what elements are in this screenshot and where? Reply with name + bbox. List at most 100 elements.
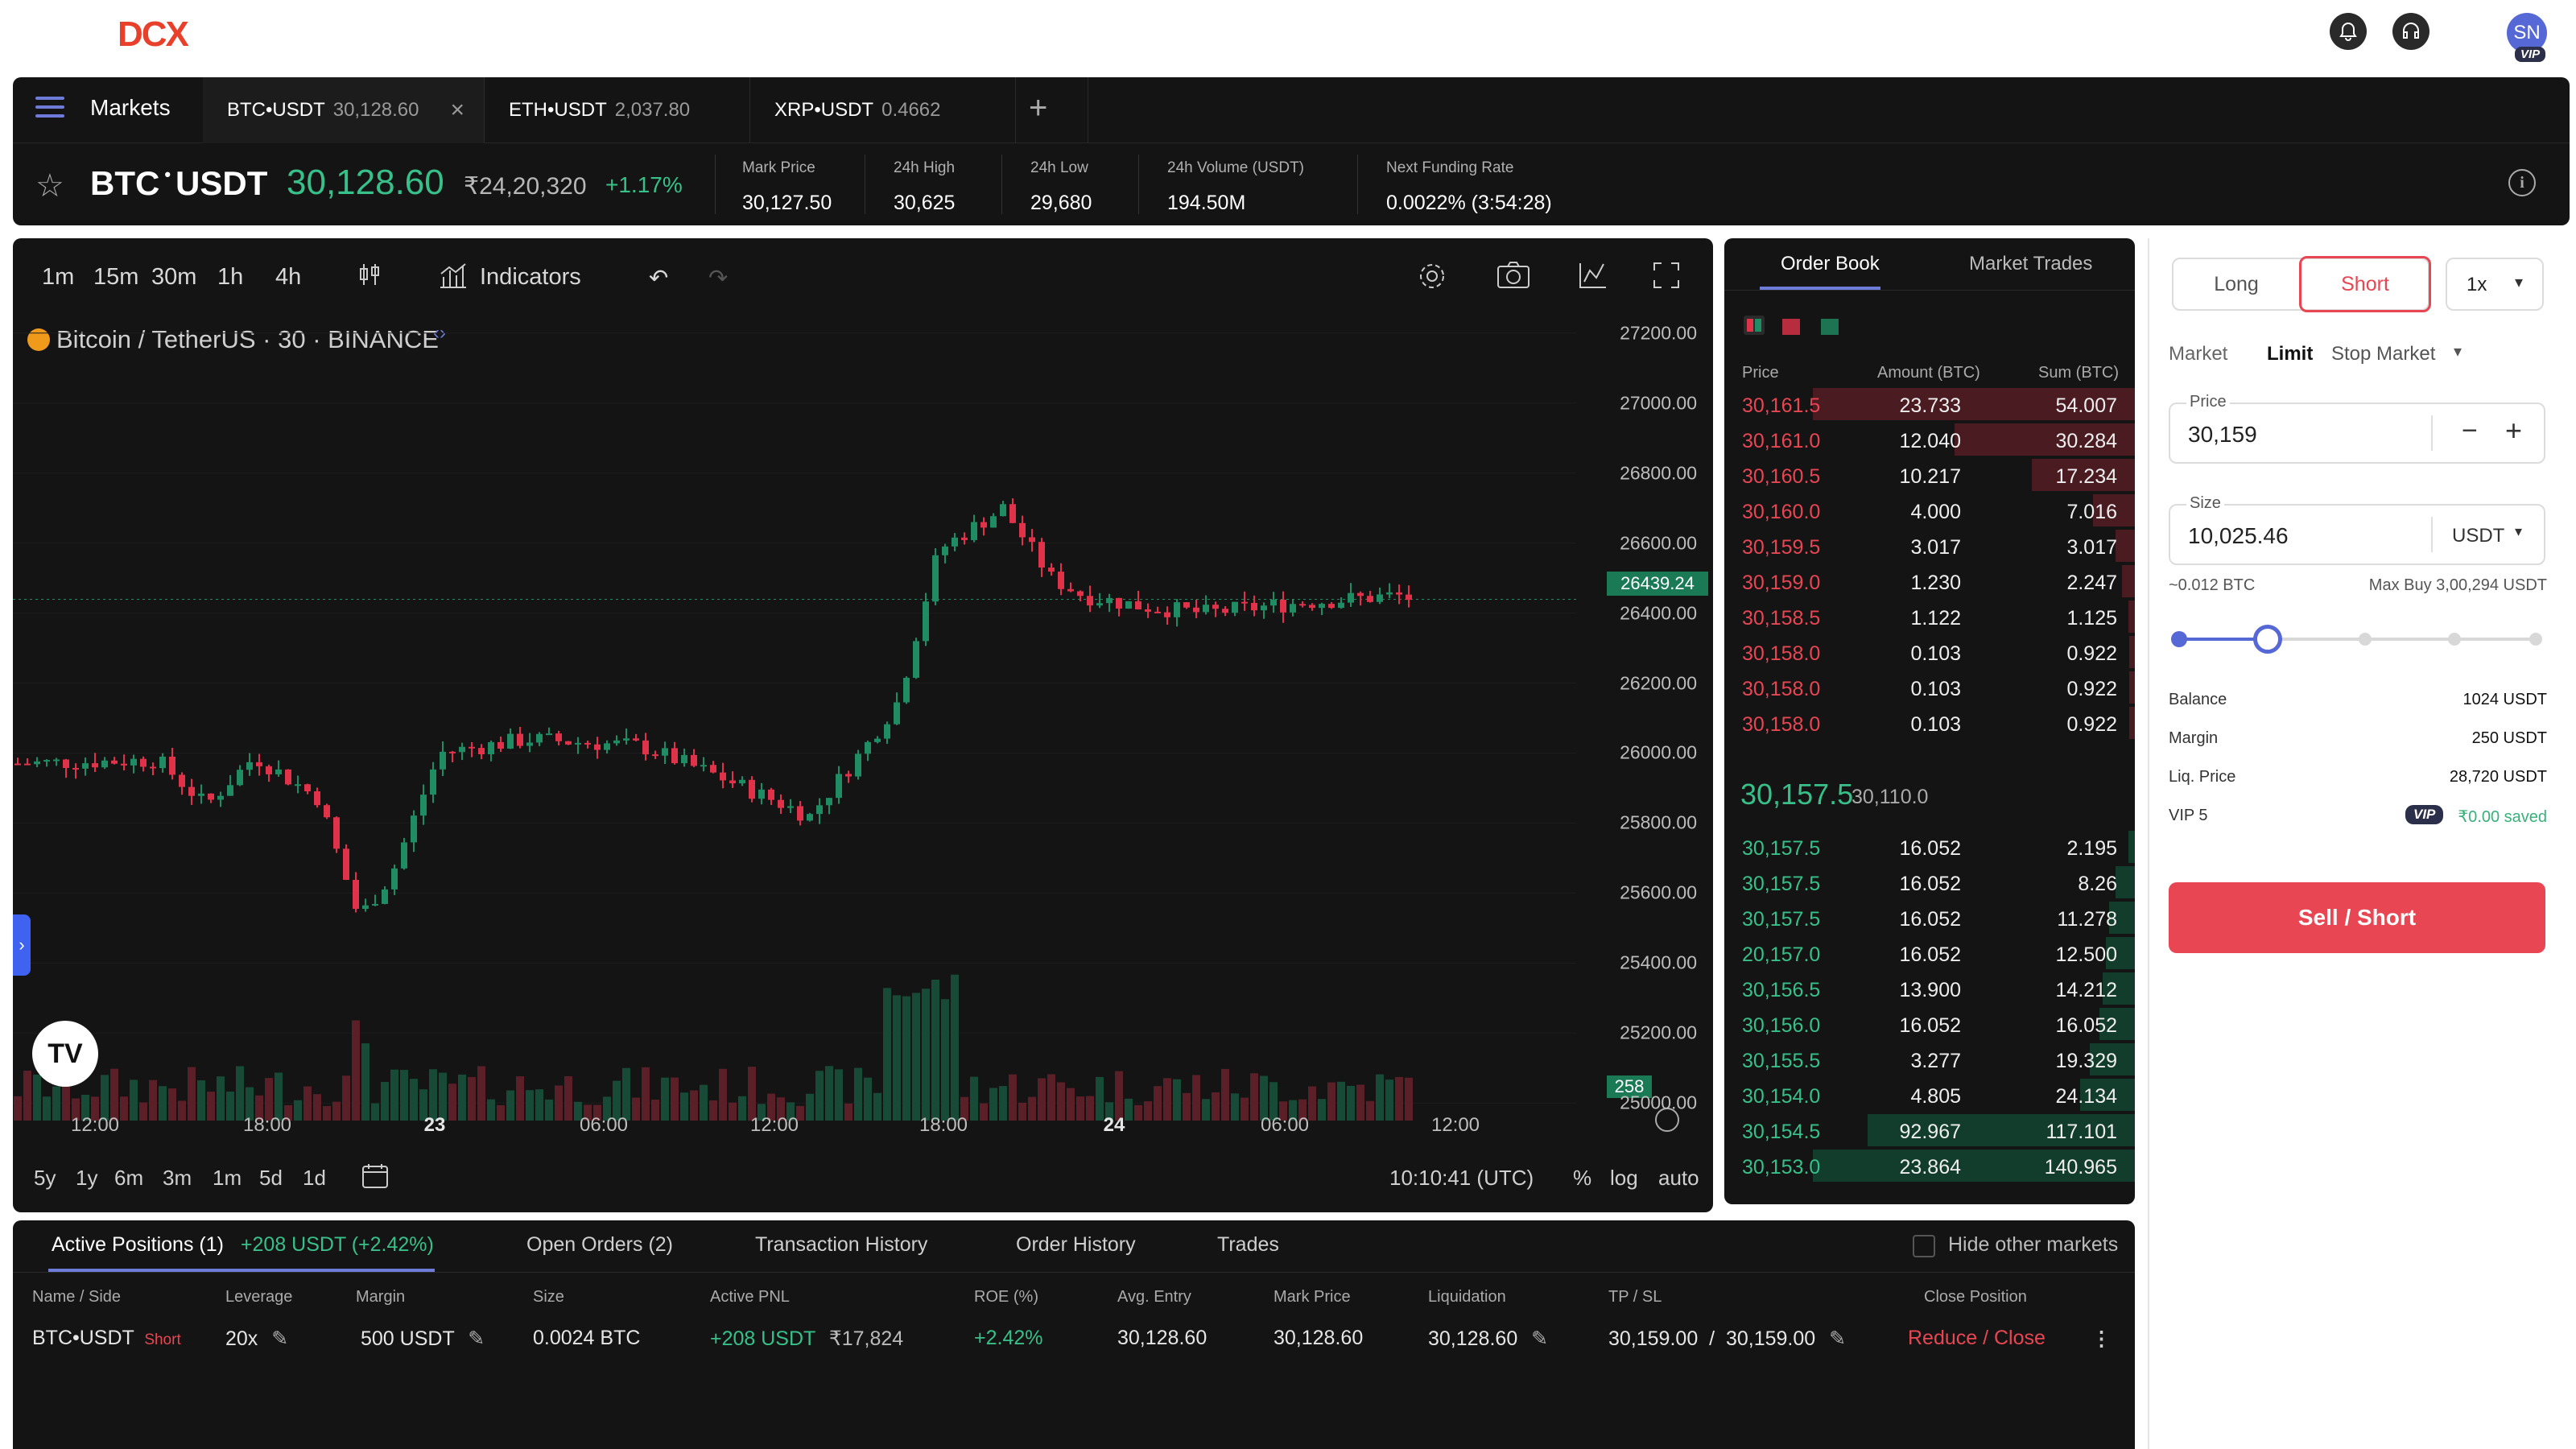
utc-clock[interactable]: 10:10:41 (UTC): [1389, 1166, 1534, 1191]
bid-row[interactable]: 30,155.5 3.277 19.329: [1724, 1042, 2135, 1077]
range-3m[interactable]: 3m: [163, 1166, 192, 1191]
add-tab-plus-icon[interactable]: +: [1029, 90, 1047, 126]
ask-row[interactable]: 30,159.0 1.230 2.247: [1724, 564, 2135, 599]
indicators-button[interactable]: Indicators: [480, 264, 581, 291]
size-slider[interactable]: [2171, 623, 2542, 655]
slider-stop[interactable]: [2359, 633, 2372, 646]
bid-row[interactable]: 30,156.5 13.900 14.212: [1724, 971, 2135, 1006]
bid-row[interactable]: 30,157.5 16.052 2.195: [1724, 829, 2135, 865]
candlestick-plot[interactable]: [13, 316, 1576, 1121]
candle-type-icon[interactable]: [356, 261, 383, 295]
leverage-select[interactable]: 1x ▾: [2446, 258, 2544, 311]
type-limit[interactable]: Limit: [2267, 343, 2313, 365]
range-1d[interactable]: 1d: [303, 1166, 326, 1191]
slider-thumb[interactable]: [2253, 625, 2282, 654]
decrement-icon[interactable]: −: [2462, 415, 2478, 447]
long-button[interactable]: Long: [2172, 258, 2301, 311]
bid-row[interactable]: 20,157.0 16.052 12.500: [1724, 935, 2135, 971]
position-liquidation[interactable]: 30,128.60 ✎: [1428, 1327, 1548, 1351]
position-margin[interactable]: 500 USDT ✎: [361, 1327, 485, 1351]
tab-trades[interactable]: Trades: [1217, 1233, 1279, 1257]
position-leverage[interactable]: 20x ✎: [225, 1327, 288, 1351]
bid-row[interactable]: 30,156.0 16.052 16.052: [1724, 1006, 2135, 1042]
interval-1m[interactable]: 1m: [42, 264, 74, 291]
percent-toggle[interactable]: %: [1573, 1166, 1591, 1191]
menu-icon[interactable]: [35, 97, 64, 122]
ask-row[interactable]: 30,158.5 1.122 1.125: [1724, 599, 2135, 634]
position-tpsl[interactable]: 30,159.00 / 30,159.00 ✎: [1608, 1327, 1846, 1351]
tab-active-positions[interactable]: Active Positions (1) +208 USDT (+2.42%): [52, 1233, 434, 1257]
chevron-down-icon[interactable]: ▾: [2454, 341, 2462, 361]
range-5y[interactable]: 5y: [34, 1166, 56, 1191]
redo-icon[interactable]: ↷: [708, 264, 728, 292]
range-5d[interactable]: 5d: [259, 1166, 283, 1191]
tab-transaction-history[interactable]: Transaction History: [755, 1233, 927, 1257]
log-toggle[interactable]: log: [1610, 1166, 1638, 1191]
info-icon[interactable]: i: [2508, 169, 2536, 196]
price-field[interactable]: Price 30,159 − +: [2169, 393, 2545, 464]
book-view-bids-icon[interactable]: [1821, 319, 1839, 335]
type-stop-market[interactable]: Stop Market: [2331, 343, 2435, 365]
range-1m[interactable]: 1m: [213, 1166, 242, 1191]
edit-pencil-icon[interactable]: ✎: [468, 1327, 485, 1350]
settings-gear-icon[interactable]: [1415, 259, 1449, 299]
camera-icon[interactable]: [1496, 259, 1531, 298]
chart-style-icon[interactable]: [1578, 261, 1608, 296]
ask-row[interactable]: 30,160.0 4.000 7.016: [1724, 493, 2135, 528]
size-unit-select[interactable]: USDT: [2452, 525, 2504, 547]
interval-4h[interactable]: 4h: [275, 264, 301, 291]
undo-icon[interactable]: ↶: [649, 264, 668, 292]
slider-stop[interactable]: [2171, 631, 2187, 647]
tab-order-book[interactable]: Order Book: [1781, 253, 1880, 275]
fullscreen-icon[interactable]: [1652, 261, 1681, 296]
indicators-icon[interactable]: [438, 261, 469, 296]
notification-bell-icon[interactable]: [2330, 13, 2367, 50]
type-market[interactable]: Market: [2169, 343, 2227, 365]
size-field[interactable]: Size 10,025.46 USDT ▾: [2169, 494, 2545, 565]
interval-1h[interactable]: 1h: [217, 264, 243, 291]
tab-market-trades[interactable]: Market Trades: [1969, 253, 2092, 275]
ask-row[interactable]: 30,158.0 0.103 0.922: [1724, 705, 2135, 741]
bid-row[interactable]: 30,154.5 92.967 117.101: [1724, 1113, 2135, 1148]
ask-row[interactable]: 30,161.5 23.733 54.007: [1724, 386, 2135, 422]
range-1y[interactable]: 1y: [76, 1166, 97, 1191]
book-view-both-icon[interactable]: [1744, 316, 1765, 335]
ask-row[interactable]: 30,158.0 0.103 0.922: [1724, 634, 2135, 670]
hide-other-markets-checkbox[interactable]: [1913, 1235, 1935, 1257]
dcx-logo[interactable]: DCX: [118, 14, 189, 55]
bid-row[interactable]: 30,153.0 23.864 140.965: [1724, 1148, 2135, 1183]
sell-short-button[interactable]: Sell / Short: [2169, 882, 2545, 953]
book-view-asks-icon[interactable]: [1782, 319, 1800, 335]
chevron-down-icon[interactable]: ▾: [2515, 523, 2522, 540]
favorite-star-icon[interactable]: ☆: [35, 167, 64, 204]
tab-open-orders[interactable]: Open Orders (2): [526, 1233, 673, 1257]
more-options-icon[interactable]: ⋮: [2091, 1327, 2112, 1351]
tab-eth-usdt[interactable]: ETH•USDT 2,037.80: [485, 77, 750, 143]
size-input[interactable]: 10,025.46: [2188, 523, 2289, 549]
edit-pencil-icon[interactable]: ✎: [1829, 1327, 1846, 1350]
tab-btc-usdt[interactable]: BTC•USDT 30,128.60 ×: [203, 77, 485, 143]
interval-30m[interactable]: 30m: [151, 264, 196, 291]
increment-icon[interactable]: +: [2505, 414, 2522, 448]
close-icon[interactable]: ×: [450, 97, 464, 124]
bid-row[interactable]: 30,157.5 16.052 8.26: [1724, 865, 2135, 900]
bid-row[interactable]: 30,154.0 4.805 24.134: [1724, 1077, 2135, 1113]
ask-row[interactable]: 30,160.5 10.217 17.234: [1724, 457, 2135, 493]
markets-label[interactable]: Markets: [90, 95, 171, 121]
tab-order-history[interactable]: Order History: [1016, 1233, 1136, 1257]
edit-pencil-icon[interactable]: ✎: [271, 1327, 288, 1350]
edit-pencil-icon[interactable]: ✎: [1531, 1327, 1548, 1350]
interval-15m[interactable]: 15m: [93, 264, 138, 291]
slider-stop[interactable]: [2529, 633, 2542, 646]
ask-row[interactable]: 30,158.0 0.103 0.922: [1724, 670, 2135, 705]
price-input[interactable]: 30,159: [2188, 422, 2257, 448]
date-range-icon[interactable]: [361, 1162, 390, 1195]
short-button[interactable]: Short: [2299, 256, 2431, 312]
range-6m[interactable]: 6m: [114, 1166, 143, 1191]
drawing-toolbar-handle[interactable]: ›: [13, 914, 31, 976]
ask-row[interactable]: 30,161.0 12.040 30.284: [1724, 422, 2135, 457]
slider-stop[interactable]: [2448, 633, 2461, 646]
reduce-close-button[interactable]: Reduce / Close: [1908, 1327, 2046, 1350]
support-headset-icon[interactable]: [2392, 13, 2429, 50]
tab-xrp-usdt[interactable]: XRP•USDT 0.4662: [750, 77, 1016, 143]
